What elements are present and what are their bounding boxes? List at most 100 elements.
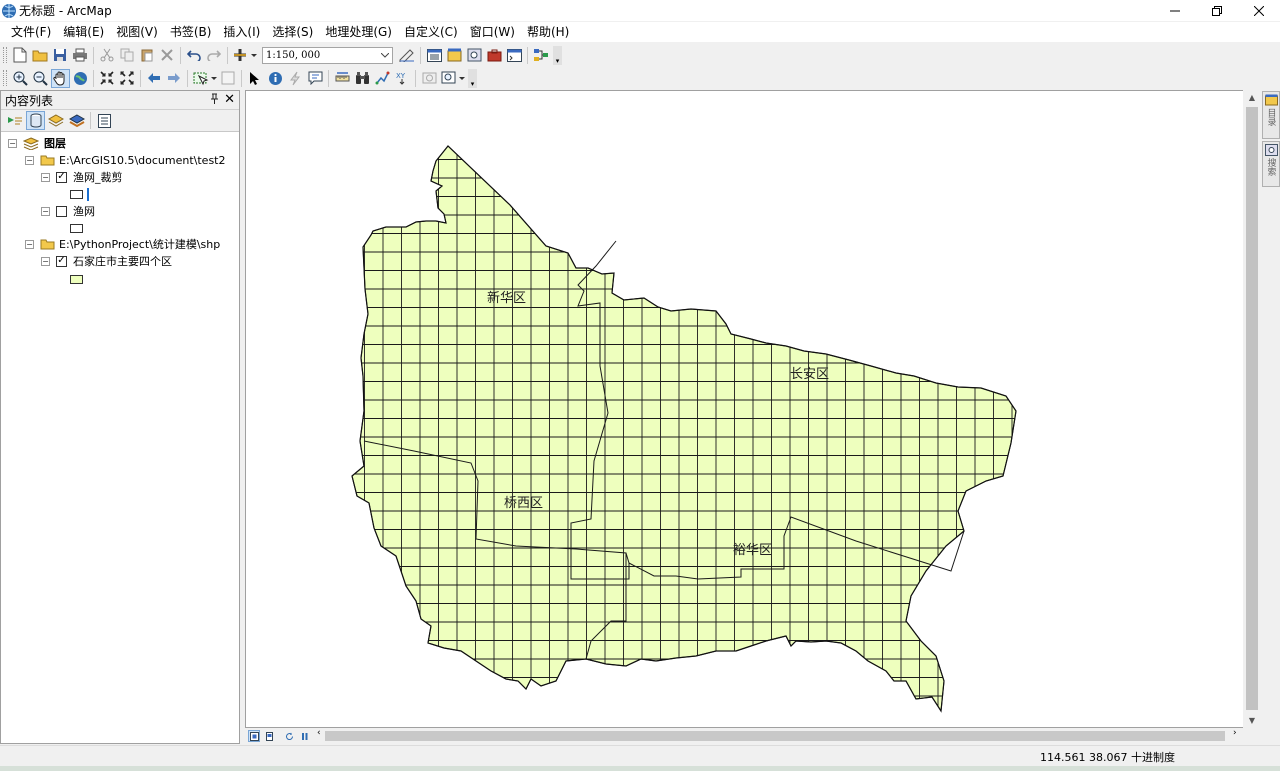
tree-folder-group[interactable]: − E:\PythonProject\统计建模\shp [25, 236, 220, 252]
toc-close-button[interactable]: ✕ [224, 92, 235, 107]
list-by-visibility-button[interactable] [47, 111, 66, 130]
layout-view-button[interactable] [263, 730, 275, 742]
zoom-in-button[interactable] [11, 69, 30, 88]
tree-folder-group[interactable]: − E:\ArcGIS10.5\document\test2 [25, 152, 226, 168]
undo-button[interactable] [185, 46, 204, 65]
redo-button[interactable] [205, 46, 224, 65]
fixed-zoom-in-button[interactable] [98, 69, 117, 88]
scroll-up-arrow-icon[interactable]: ▲ [1243, 90, 1261, 105]
horizontal-scroll-thumb[interactable] [325, 731, 1225, 741]
menu-view[interactable]: 视图(V) [110, 22, 164, 42]
menu-windows[interactable]: 窗口(W) [464, 22, 521, 42]
open-button[interactable] [31, 46, 50, 65]
list-by-selection-button[interactable] [67, 111, 86, 130]
menu-customize[interactable]: 自定义(C) [398, 22, 464, 42]
layer-symbol-row[interactable] [70, 271, 83, 287]
menu-help[interactable]: 帮助(H) [521, 22, 575, 42]
tree-root-layers[interactable]: − 图层 [8, 135, 66, 151]
cut-button[interactable] [98, 46, 117, 65]
identify-button[interactable] [266, 69, 285, 88]
toolbar-overflow-button[interactable]: ▾ [553, 45, 562, 65]
scroll-down-arrow-icon[interactable]: ▼ [1243, 713, 1261, 728]
zoom-out-button[interactable] [31, 69, 50, 88]
data-view-button[interactable] [248, 730, 260, 742]
toc-options-button[interactable] [95, 111, 114, 130]
scroll-thumb[interactable] [1246, 107, 1258, 710]
delete-button[interactable] [158, 46, 177, 65]
print-button[interactable] [71, 46, 90, 65]
save-button[interactable] [51, 46, 70, 65]
menu-geoprocessing[interactable]: 地理处理(G) [319, 22, 398, 42]
model-builder-button[interactable] [532, 46, 551, 65]
catalog-side-tab[interactable]: 目录 [1262, 91, 1280, 139]
select-elements-button[interactable] [246, 69, 265, 88]
pan-button[interactable] [50, 68, 70, 88]
select-features-button[interactable] [192, 69, 218, 88]
time-slider-button[interactable] [420, 69, 439, 88]
minimize-button[interactable] [1154, 0, 1196, 21]
tree-layer[interactable]: − 渔网 [41, 203, 95, 219]
menu-file[interactable]: 文件(F) [5, 22, 57, 42]
list-by-source-button[interactable] [26, 111, 45, 130]
map-scale-dropdown[interactable]: 1:150, 000 [262, 46, 393, 64]
layer-visibility-checkbox[interactable]: ✓ [56, 171, 67, 183]
collapse-toggle[interactable]: − [25, 239, 34, 249]
search-side-tab[interactable]: 搜索 [1262, 141, 1280, 187]
menu-bookmarks[interactable]: 书签(B) [164, 22, 218, 42]
layer-visibility-checkbox[interactable] [56, 205, 67, 217]
find-route-button[interactable] [373, 69, 392, 88]
editor-toolbar-button[interactable] [398, 46, 417, 65]
go-to-xy-button[interactable]: XY [393, 69, 412, 88]
menu-selection[interactable]: 选择(S) [266, 22, 319, 42]
full-extent-button[interactable] [71, 69, 90, 88]
scroll-right-arrow-icon[interactable]: › [1233, 728, 1237, 738]
symbol-swatch[interactable] [70, 189, 83, 199]
collapse-toggle[interactable]: − [25, 155, 34, 165]
viewer-window-button[interactable] [440, 69, 466, 88]
copy-button[interactable] [118, 46, 137, 65]
map-display[interactable]: 新华区 长安区 桥西区 裕华区 [245, 90, 1261, 728]
district-polygon-fill[interactable] [351, 145, 1017, 713]
forward-extent-button[interactable] [165, 69, 184, 88]
collapse-toggle[interactable]: − [41, 206, 50, 216]
pause-drawing-button[interactable] [298, 730, 310, 742]
list-by-drawing-order-button[interactable] [6, 111, 25, 130]
python-window-button[interactable] [505, 46, 524, 65]
collapse-toggle[interactable]: − [41, 172, 50, 182]
restore-button[interactable] [1196, 0, 1238, 21]
pin-icon[interactable] [210, 93, 219, 108]
search-window-button[interactable] [465, 46, 484, 65]
arctoolbox-button[interactable] [485, 46, 504, 65]
layer-symbol-row[interactable] [70, 220, 83, 236]
scroll-left-arrow-icon[interactable]: ‹ [317, 728, 321, 738]
menu-edit[interactable]: 编辑(E) [57, 22, 110, 42]
collapse-toggle[interactable]: − [8, 138, 17, 148]
layer-visibility-checkbox[interactable]: ✓ [56, 255, 67, 267]
paste-button[interactable] [138, 46, 157, 65]
map-vertical-scrollbar[interactable]: ▲ ▼ [1243, 90, 1261, 728]
back-extent-button[interactable] [145, 69, 164, 88]
menu-insert[interactable]: 插入(I) [217, 22, 266, 42]
map-canvas[interactable] [246, 91, 1261, 728]
fixed-zoom-out-button[interactable] [118, 69, 137, 88]
hyperlink-button[interactable] [286, 69, 305, 88]
find-button[interactable] [353, 69, 372, 88]
clear-selection-button[interactable] [219, 69, 238, 88]
layer-symbol-row[interactable] [70, 186, 89, 202]
new-button[interactable] [11, 46, 30, 65]
close-button[interactable] [1238, 0, 1280, 21]
collapse-toggle[interactable]: − [41, 256, 50, 266]
measure-button[interactable] [333, 69, 352, 88]
tree-layer[interactable]: − ✓ 渔网_裁剪 [41, 169, 123, 185]
symbol-swatch[interactable] [70, 223, 83, 233]
refresh-view-button[interactable] [283, 730, 295, 742]
tree-layer[interactable]: − ✓ 石家庄市主要四个区 [41, 253, 172, 269]
toolbar-overflow-button[interactable]: ▾ [468, 68, 477, 88]
toolbar-grip[interactable] [3, 47, 7, 63]
symbol-swatch[interactable] [70, 274, 83, 284]
catalog-window-button[interactable] [445, 46, 464, 65]
toolbar-grip[interactable] [3, 70, 7, 86]
add-data-button[interactable] [232, 46, 258, 65]
html-popup-button[interactable] [306, 69, 325, 88]
table-of-contents-button[interactable] [425, 46, 444, 65]
